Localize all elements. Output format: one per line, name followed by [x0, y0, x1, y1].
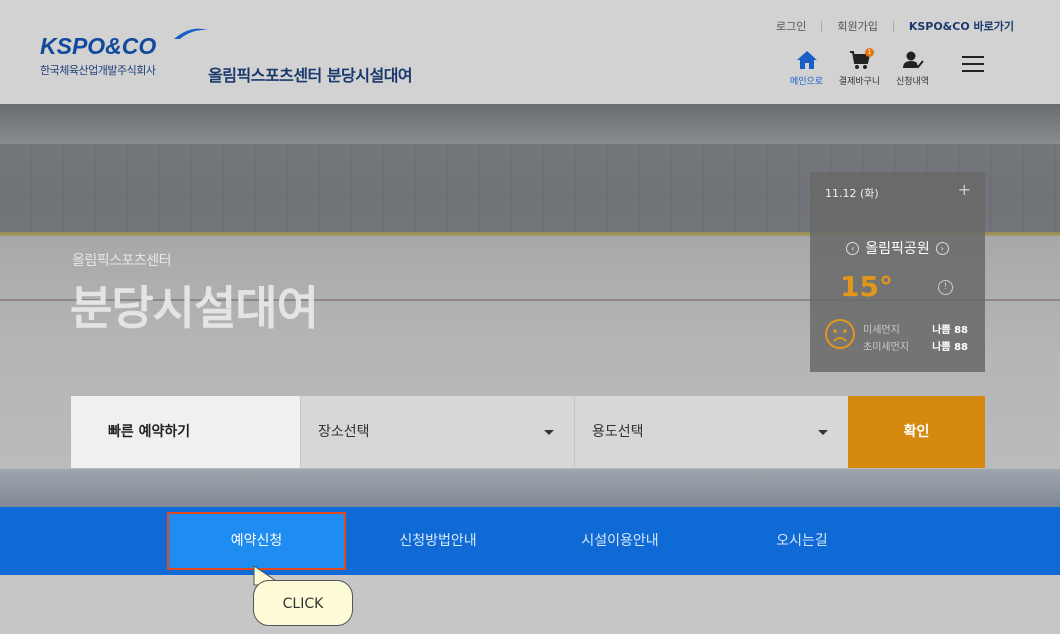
weather-temperature: 15°: [840, 270, 893, 303]
site-header: KSPO&CO 한국체육산업개발주식회사 올림픽스포츠센터 분당시설대여 로그인…: [0, 0, 1060, 104]
top-links: 로그인 회원가입 KSPO&CO 바로가기: [776, 18, 1014, 34]
logo-text: KSPO&CO: [40, 33, 157, 59]
chevron-right-icon[interactable]: ›: [935, 242, 949, 255]
caret-down-icon: [544, 430, 554, 435]
weather-date: 11.12 (화): [825, 187, 879, 200]
main-nav: 예약신청 신청방법안내 시설이용안내 오시는길: [0, 507, 1060, 575]
ultrafine-dust-row: 초미세먼지 나쁨 88: [863, 338, 968, 353]
signup-link[interactable]: 회원가입: [837, 18, 877, 34]
nav-item-reservation[interactable]: 예약신청: [167, 512, 346, 570]
cart-button[interactable]: 1 결제바구니: [833, 48, 886, 87]
fine-dust-value: 나쁨 88: [932, 325, 968, 336]
info-icon[interactable]: !: [938, 280, 953, 295]
purpose-select-value: 용도선택: [592, 424, 644, 440]
weather-location: 올림픽공원: [865, 241, 930, 257]
weather-widget: 11.12 (화) + ‹ 올림픽공원 › 15° ! 미세먼지 나쁨 88 초미세…: [810, 172, 985, 372]
caret-down-icon: [818, 430, 828, 435]
site-title[interactable]: 올림픽스포츠센터 분당시설대여: [208, 62, 413, 86]
hero-title: 분당시설대여: [70, 281, 319, 335]
place-select[interactable]: 장소선택: [300, 396, 574, 468]
login-link[interactable]: 로그인: [776, 18, 806, 34]
divider: [821, 20, 823, 32]
home-button[interactable]: 메인으로: [780, 50, 833, 87]
history-label: 신청내역: [895, 77, 930, 87]
purpose-select[interactable]: 용도선택: [574, 396, 848, 468]
fine-dust-row: 미세먼지 나쁨 88: [863, 321, 968, 336]
home-label: 메인으로: [789, 77, 824, 87]
hero-subtitle: 올림픽스포츠센터: [72, 253, 172, 269]
ultrafine-dust-value: 나쁨 88: [932, 342, 968, 353]
fine-dust-label: 미세먼지: [863, 325, 900, 336]
kspo-shortcut-link[interactable]: KSPO&CO 바로가기: [909, 18, 1014, 34]
nav-item-how-to-apply[interactable]: 신청방법안내: [358, 507, 518, 575]
quick-icons: 메인으로 1 결제바구니 신청내역: [780, 48, 939, 87]
kspo-logo[interactable]: KSPO&CO 한국체육산업개발주식회사: [40, 28, 208, 78]
nav-item-facility-guide[interactable]: 시설이용안내: [540, 507, 700, 575]
quick-reserve-label: 빠른 예약하기: [71, 396, 300, 468]
content-area: [0, 575, 1060, 634]
click-tooltip: CLICK: [253, 580, 353, 626]
nav-item-directions[interactable]: 오시는길: [722, 507, 882, 575]
plus-icon[interactable]: +: [958, 180, 971, 199]
cart-badge: 1: [865, 48, 874, 57]
history-button[interactable]: 신청내역: [886, 50, 939, 87]
cart-label: 결제바구니: [838, 77, 881, 87]
home-icon: [796, 51, 817, 69]
logo-swoosh-icon: [174, 28, 208, 39]
rink-ceiling: [0, 104, 1060, 144]
quick-reservation-bar: 빠른 예약하기 장소선택 용도선택 확인: [71, 396, 985, 468]
confirm-button[interactable]: 확인: [848, 396, 985, 468]
sad-face-icon: [825, 319, 855, 349]
hamburger-icon[interactable]: [962, 56, 984, 74]
weather-location-row: ‹ 올림픽공원 ›: [810, 238, 985, 258]
logo-subtitle: 한국체육산업개발주식회사: [40, 64, 156, 77]
divider: [892, 20, 894, 32]
place-select-value: 장소선택: [318, 424, 370, 440]
rink-edge: [0, 469, 1060, 507]
ultrafine-dust-label: 초미세먼지: [863, 342, 909, 353]
chevron-left-icon[interactable]: ‹: [846, 242, 860, 255]
user-check-icon: [902, 51, 924, 69]
